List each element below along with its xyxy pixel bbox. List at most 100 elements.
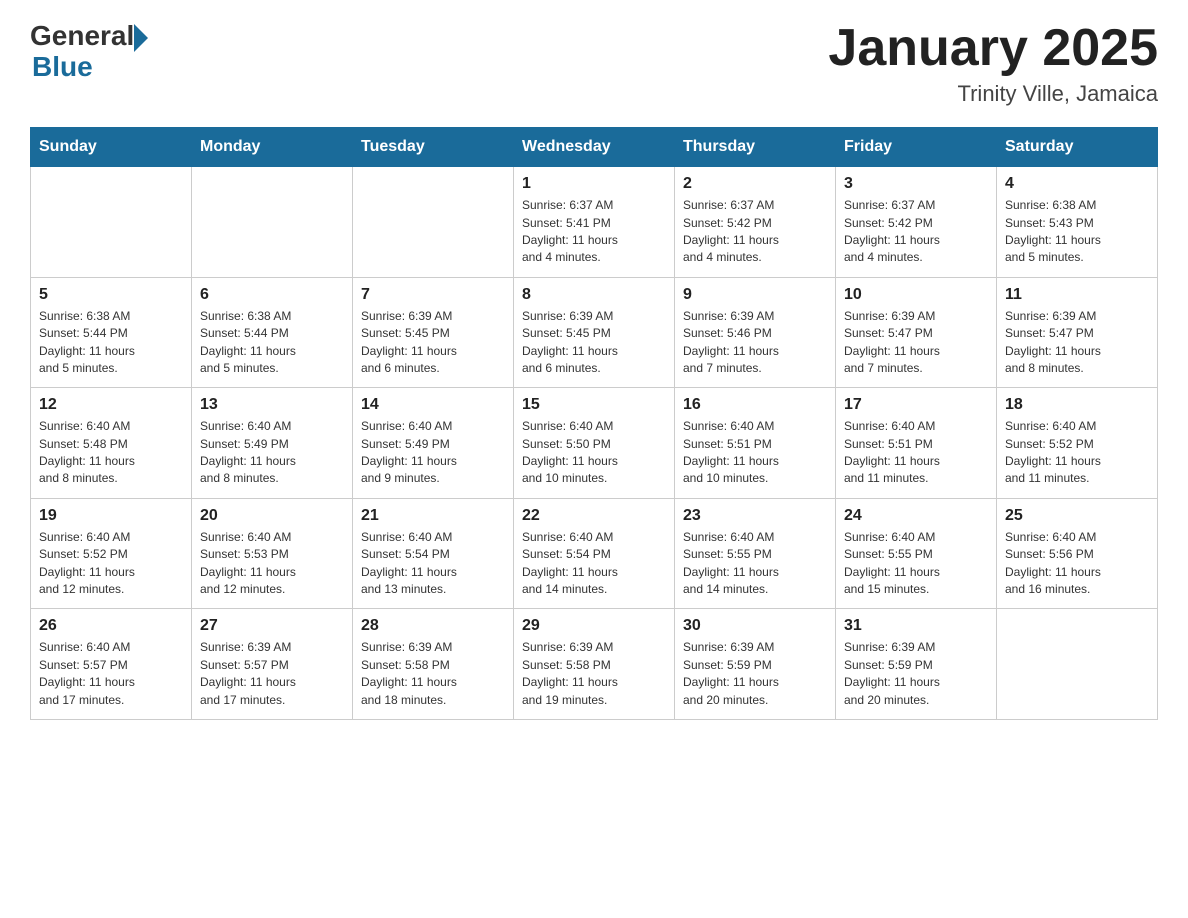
weekday-header-tuesday: Tuesday <box>353 128 514 167</box>
day-number: 10 <box>844 286 988 304</box>
calendar-cell: 5 Sunrise: 6:38 AM Sunset: 5:44 PM Daylig… <box>31 277 192 388</box>
page-header: General Blue January 2025 Trinity Ville,… <box>30 20 1158 107</box>
calendar-cell: 28 Sunrise: 6:39 AM Sunset: 5:58 PM Dayli… <box>353 609 514 720</box>
day-info: Sunrise: 6:37 AM Sunset: 5:42 PM Dayligh… <box>844 197 988 267</box>
calendar-week-1: 1 Sunrise: 6:37 AM Sunset: 5:41 PM Daylig… <box>31 167 1158 278</box>
calendar-cell: 19 Sunrise: 6:40 AM Sunset: 5:52 PM Dayli… <box>31 498 192 609</box>
day-info: Sunrise: 6:40 AM Sunset: 5:49 PM Dayligh… <box>200 418 344 488</box>
day-number: 21 <box>361 507 505 525</box>
calendar-cell: 8 Sunrise: 6:39 AM Sunset: 5:45 PM Daylig… <box>514 277 675 388</box>
calendar-cell: 3 Sunrise: 6:37 AM Sunset: 5:42 PM Daylig… <box>836 167 997 278</box>
calendar-cell: 25Sunrise: 6:40 AM Sunset: 5:56 PM Dayli… <box>997 498 1158 609</box>
day-number: 31 <box>844 617 988 635</box>
calendar-subtitle: Trinity Ville, Jamaica <box>828 81 1158 107</box>
calendar-cell: 22Sunrise: 6:40 AM Sunset: 5:54 PM Dayli… <box>514 498 675 609</box>
weekday-header-friday: Friday <box>836 128 997 167</box>
day-info: Sunrise: 6:40 AM Sunset: 5:55 PM Dayligh… <box>844 529 988 599</box>
weekday-header-thursday: Thursday <box>675 128 836 167</box>
day-info: Sunrise: 6:40 AM Sunset: 5:52 PM Dayligh… <box>1005 418 1149 488</box>
calendar-cell: 31 Sunrise: 6:39 AM Sunset: 5:59 PM Dayli… <box>836 609 997 720</box>
day-info: Sunrise: 6:40 AM Sunset: 5:55 PM Dayligh… <box>683 529 827 599</box>
day-number: 13 <box>200 396 344 414</box>
calendar-week-2: 5 Sunrise: 6:38 AM Sunset: 5:44 PM Daylig… <box>31 277 1158 388</box>
weekday-header-monday: Monday <box>192 128 353 167</box>
calendar-cell: 1 Sunrise: 6:37 AM Sunset: 5:41 PM Daylig… <box>514 167 675 278</box>
calendar-cell: 9Sunrise: 6:39 AM Sunset: 5:46 PM Daylig… <box>675 277 836 388</box>
day-number: 1 <box>522 175 666 193</box>
day-number: 19 <box>39 507 183 525</box>
weekday-header-wednesday: Wednesday <box>514 128 675 167</box>
calendar-cell: 17 Sunrise: 6:40 AM Sunset: 5:51 PM Dayli… <box>836 388 997 499</box>
day-info: Sunrise: 6:39 AM Sunset: 5:59 PM Dayligh… <box>844 639 988 709</box>
day-info: Sunrise: 6:39 AM Sunset: 5:58 PM Dayligh… <box>522 639 666 709</box>
day-info: Sunrise: 6:40 AM Sunset: 5:54 PM Dayligh… <box>361 529 505 599</box>
day-info: Sunrise: 6:40 AM Sunset: 5:50 PM Dayligh… <box>522 418 666 488</box>
calendar-week-5: 26Sunrise: 6:40 AM Sunset: 5:57 PM Dayli… <box>31 609 1158 720</box>
day-info: Sunrise: 6:40 AM Sunset: 5:52 PM Dayligh… <box>39 529 183 599</box>
day-info: Sunrise: 6:39 AM Sunset: 5:45 PM Dayligh… <box>522 308 666 378</box>
calendar-cell: 23Sunrise: 6:40 AM Sunset: 5:55 PM Dayli… <box>675 498 836 609</box>
day-number: 7 <box>361 286 505 304</box>
calendar-cell <box>997 609 1158 720</box>
day-info: Sunrise: 6:39 AM Sunset: 5:59 PM Dayligh… <box>683 639 827 709</box>
calendar-cell <box>192 167 353 278</box>
day-info: Sunrise: 6:40 AM Sunset: 5:48 PM Dayligh… <box>39 418 183 488</box>
day-info: Sunrise: 6:38 AM Sunset: 5:44 PM Dayligh… <box>200 308 344 378</box>
calendar-cell: 7Sunrise: 6:39 AM Sunset: 5:45 PM Daylig… <box>353 277 514 388</box>
day-number: 15 <box>522 396 666 414</box>
day-info: Sunrise: 6:37 AM Sunset: 5:41 PM Dayligh… <box>522 197 666 267</box>
day-info: Sunrise: 6:40 AM Sunset: 5:57 PM Dayligh… <box>39 639 183 709</box>
day-number: 24 <box>844 507 988 525</box>
calendar-cell: 2Sunrise: 6:37 AM Sunset: 5:42 PM Daylig… <box>675 167 836 278</box>
calendar-cell: 29 Sunrise: 6:39 AM Sunset: 5:58 PM Dayli… <box>514 609 675 720</box>
day-info: Sunrise: 6:39 AM Sunset: 5:46 PM Dayligh… <box>683 308 827 378</box>
day-number: 2 <box>683 175 827 193</box>
day-info: Sunrise: 6:39 AM Sunset: 5:57 PM Dayligh… <box>200 639 344 709</box>
logo: General Blue <box>30 20 148 83</box>
day-number: 4 <box>1005 175 1149 193</box>
day-info: Sunrise: 6:40 AM Sunset: 5:53 PM Dayligh… <box>200 529 344 599</box>
day-number: 29 <box>522 617 666 635</box>
calendar-cell: 11 Sunrise: 6:39 AM Sunset: 5:47 PM Dayli… <box>997 277 1158 388</box>
weekday-header-sunday: Sunday <box>31 128 192 167</box>
calendar-cell: 20 Sunrise: 6:40 AM Sunset: 5:53 PM Dayli… <box>192 498 353 609</box>
calendar-cell: 18 Sunrise: 6:40 AM Sunset: 5:52 PM Dayli… <box>997 388 1158 499</box>
day-info: Sunrise: 6:40 AM Sunset: 5:56 PM Dayligh… <box>1005 529 1149 599</box>
day-number: 28 <box>361 617 505 635</box>
calendar-cell: 15 Sunrise: 6:40 AM Sunset: 5:50 PM Dayli… <box>514 388 675 499</box>
calendar-week-4: 19 Sunrise: 6:40 AM Sunset: 5:52 PM Dayli… <box>31 498 1158 609</box>
day-info: Sunrise: 6:40 AM Sunset: 5:51 PM Dayligh… <box>683 418 827 488</box>
day-info: Sunrise: 6:39 AM Sunset: 5:58 PM Dayligh… <box>361 639 505 709</box>
calendar-cell <box>353 167 514 278</box>
day-info: Sunrise: 6:38 AM Sunset: 5:43 PM Dayligh… <box>1005 197 1149 267</box>
day-number: 6 <box>200 286 344 304</box>
day-number: 27 <box>200 617 344 635</box>
day-info: Sunrise: 6:40 AM Sunset: 5:54 PM Dayligh… <box>522 529 666 599</box>
day-number: 3 <box>844 175 988 193</box>
day-info: Sunrise: 6:38 AM Sunset: 5:44 PM Dayligh… <box>39 308 183 378</box>
day-info: Sunrise: 6:40 AM Sunset: 5:51 PM Dayligh… <box>844 418 988 488</box>
day-number: 11 <box>1005 286 1149 304</box>
day-number: 17 <box>844 396 988 414</box>
logo-arrow-icon <box>134 24 148 52</box>
calendar-cell: 12Sunrise: 6:40 AM Sunset: 5:48 PM Dayli… <box>31 388 192 499</box>
calendar-cell: 21 Sunrise: 6:40 AM Sunset: 5:54 PM Dayli… <box>353 498 514 609</box>
day-number: 20 <box>200 507 344 525</box>
calendar-cell: 16Sunrise: 6:40 AM Sunset: 5:51 PM Dayli… <box>675 388 836 499</box>
day-number: 5 <box>39 286 183 304</box>
calendar-title: January 2025 <box>828 20 1158 77</box>
day-number: 14 <box>361 396 505 414</box>
day-number: 8 <box>522 286 666 304</box>
calendar-cell: 6 Sunrise: 6:38 AM Sunset: 5:44 PM Daylig… <box>192 277 353 388</box>
logo-blue-text: Blue <box>32 52 148 83</box>
calendar-cell: 26Sunrise: 6:40 AM Sunset: 5:57 PM Dayli… <box>31 609 192 720</box>
title-block: January 2025 Trinity Ville, Jamaica <box>828 20 1158 107</box>
calendar-cell: 10Sunrise: 6:39 AM Sunset: 5:47 PM Dayli… <box>836 277 997 388</box>
calendar-cell: 27 Sunrise: 6:39 AM Sunset: 5:57 PM Dayli… <box>192 609 353 720</box>
calendar-cell: 14 Sunrise: 6:40 AM Sunset: 5:49 PM Dayli… <box>353 388 514 499</box>
day-info: Sunrise: 6:40 AM Sunset: 5:49 PM Dayligh… <box>361 418 505 488</box>
day-info: Sunrise: 6:39 AM Sunset: 5:47 PM Dayligh… <box>1005 308 1149 378</box>
day-number: 18 <box>1005 396 1149 414</box>
calendar-week-3: 12Sunrise: 6:40 AM Sunset: 5:48 PM Dayli… <box>31 388 1158 499</box>
calendar-cell: 4 Sunrise: 6:38 AM Sunset: 5:43 PM Daylig… <box>997 167 1158 278</box>
